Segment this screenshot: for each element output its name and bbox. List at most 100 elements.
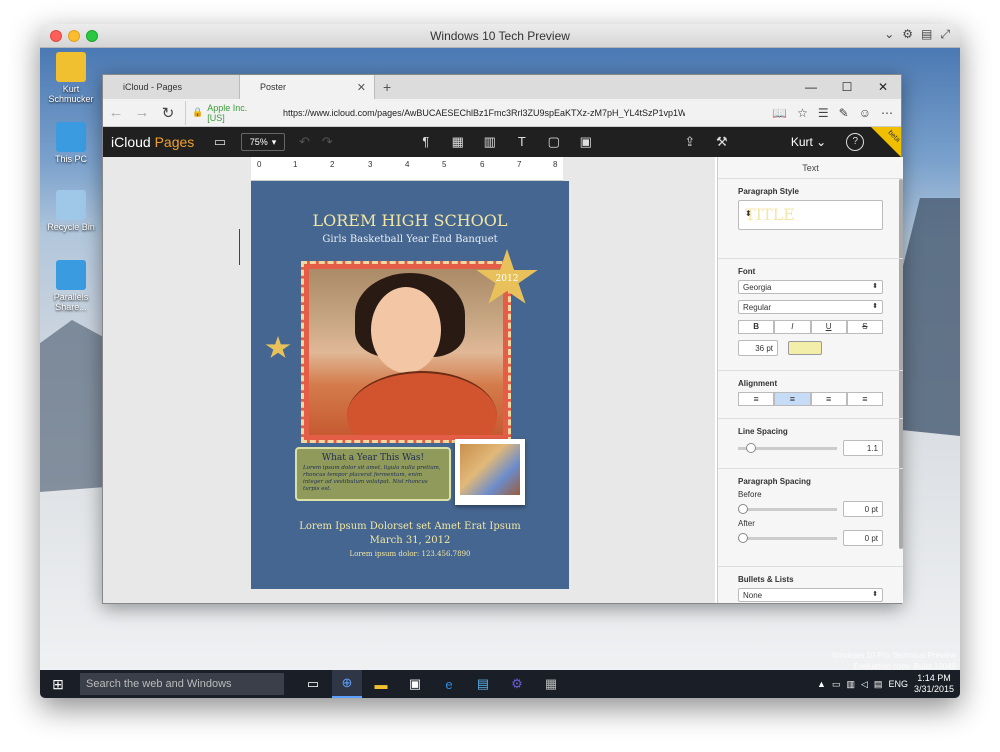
url-text[interactable]: https://www.icloud.com/pages/AwBUCAESECh… — [283, 108, 685, 118]
line-spacing-slider[interactable] — [738, 442, 837, 453]
message-icon[interactable]: ▤ — [874, 679, 883, 690]
desktop-icon-parallels[interactable]: Parallels Share... — [46, 260, 96, 312]
task-view-icon[interactable]: ▭ — [298, 670, 328, 698]
paragraph-spacing-section: Paragraph Spacing Before 0 pt After 0 pt — [718, 469, 903, 567]
feedback-smiley-icon[interactable]: ☺ — [859, 106, 871, 120]
settings-icon[interactable]: ⚙ — [502, 670, 532, 698]
new-tab-button[interactable]: + — [375, 75, 399, 99]
system-tray: ▲ ▭ ▥ ◁ ▤ ENG 1:14 PM 3/31/2015 — [817, 673, 960, 695]
fullscreen-icon[interactable]: ⤢ — [940, 27, 950, 42]
wrench-icon[interactable]: ⚒ — [709, 134, 735, 150]
underline-button[interactable]: U — [810, 320, 847, 334]
slider-knob[interactable] — [738, 532, 748, 543]
justify-icon[interactable]: ≡ — [846, 392, 883, 406]
bold-button[interactable]: B — [738, 320, 775, 334]
close-icon[interactable]: ✕ — [865, 75, 901, 99]
gear-icon[interactable]: ⚙ — [902, 27, 913, 42]
reading-view-icon[interactable]: 📖 — [772, 106, 787, 120]
browser-icon[interactable]: ⊕ — [332, 670, 362, 698]
after-slider[interactable] — [738, 532, 837, 543]
italic-button[interactable]: I — [774, 320, 811, 334]
before-stepper[interactable]: 0 pt — [843, 501, 883, 517]
footer-line[interactable]: Lorem Ipsum Dolorset set Amet Erat Ipsum — [251, 521, 569, 532]
maximize-icon[interactable]: ☐ — [829, 75, 865, 99]
close-tab-icon[interactable]: ✕ — [357, 81, 366, 94]
hub-icon[interactable]: ☰ — [818, 106, 829, 120]
favorite-star-icon[interactable]: ☆ — [797, 106, 808, 120]
zoom-select[interactable]: 75% ▾ — [241, 133, 285, 151]
thumbnail-photo[interactable] — [455, 439, 525, 505]
poster-title[interactable]: LOREM HIGH SCHOOL — [251, 211, 569, 230]
line-spacing-stepper[interactable]: 1.1 — [843, 440, 883, 456]
network-app-icon[interactable]: ▦ — [536, 670, 566, 698]
battery-icon[interactable]: ▭ — [832, 679, 841, 690]
back-icon[interactable]: ← — [103, 104, 129, 121]
chart-icon[interactable]: ▥ — [477, 134, 503, 150]
footer-contact[interactable]: Lorem ipsum dolor: 123.456.7890 — [251, 550, 569, 558]
web-note-icon[interactable]: ✎ — [839, 106, 849, 120]
bullets-select[interactable]: None ⬍ — [738, 588, 883, 602]
note-box[interactable]: What a Year This Was! Lorem ipsum dolor … — [295, 447, 451, 501]
align-center-icon[interactable]: ≡ — [774, 392, 811, 406]
file-explorer-icon[interactable]: ▬ — [366, 670, 396, 698]
font-size-stepper[interactable]: 36 pt — [738, 340, 778, 356]
forward-icon[interactable]: → — [129, 104, 155, 121]
internet-explorer-icon[interactable]: e — [434, 670, 464, 698]
view-mode-icon[interactable]: ▤ — [921, 27, 932, 42]
font-weight-select[interactable]: Regular ⬍ — [738, 300, 883, 314]
share-icon[interactable]: ⇪ — [677, 134, 703, 150]
section-title: Font — [738, 267, 756, 276]
language-indicator[interactable]: ENG — [888, 679, 908, 689]
undo-icon[interactable]: ↶ — [299, 134, 310, 150]
desktop-icon-recycle-bin[interactable]: Recycle Bin — [46, 190, 96, 232]
shape-icon[interactable]: ▢ — [541, 134, 567, 150]
tab-icloud-pages[interactable]: iCloud - Pages — [103, 75, 239, 99]
ruler-mark: 5 — [442, 160, 447, 169]
chevron-down-icon[interactable]: ⌄ — [884, 27, 894, 42]
sidebar-toggle-icon[interactable]: ▭ — [207, 134, 233, 150]
strikethrough-button[interactable]: S — [846, 320, 883, 334]
watermark-line: Windows 10 Pro Technical Preview — [831, 651, 956, 660]
align-right-icon[interactable]: ≡ — [810, 392, 847, 406]
align-left-icon[interactable]: ≡ — [738, 392, 775, 406]
remote-desktop-icon[interactable]: ▤ — [468, 670, 498, 698]
chevron-up-icon[interactable]: ▲ — [817, 679, 826, 689]
star-icon[interactable] — [265, 336, 291, 358]
volume-icon[interactable]: ◁ — [861, 679, 868, 690]
slider-knob[interactable] — [738, 503, 748, 514]
poster-subtitle[interactable]: Girls Basketball Year End Banquet — [251, 234, 569, 245]
address-bar[interactable]: 🔒 Apple Inc. [US] https://www.icloud.com… — [185, 100, 685, 125]
ruler-mark: 0 — [257, 160, 262, 169]
more-icon[interactable]: ⋯ — [881, 106, 893, 120]
font-family-select[interactable]: Georgia ⬍ — [738, 280, 883, 294]
before-slider[interactable] — [738, 503, 837, 514]
minimize-icon[interactable]: — — [793, 75, 829, 99]
user-menu[interactable]: Kurt ⌄ — [791, 135, 826, 149]
paragraph-icon[interactable]: ¶ — [413, 134, 439, 150]
text-color-swatch[interactable] — [788, 341, 822, 355]
main-photo-frame[interactable] — [301, 261, 511, 443]
font-weight-value: Regular — [743, 303, 772, 312]
redo-icon[interactable]: ↷ — [322, 134, 333, 150]
help-icon[interactable]: ? — [846, 133, 865, 151]
desktop-icon-this-pc[interactable]: This PC — [46, 122, 96, 164]
after-stepper[interactable]: 0 pt — [843, 530, 883, 546]
slider-knob[interactable] — [746, 442, 756, 453]
tab-poster[interactable]: Poster ✕ — [239, 75, 375, 99]
desktop-icon-user[interactable]: Kurt Schmucker — [46, 52, 96, 104]
document-canvas[interactable]: 0 1 2 3 4 5 6 7 8 LOREM HIGH SCHOOL Girl… — [103, 157, 715, 603]
poster-page[interactable]: LOREM HIGH SCHOOL Girls Basketball Year … — [251, 181, 569, 589]
ruler[interactable]: 0 1 2 3 4 5 6 7 8 — [251, 157, 563, 181]
taskbar-search[interactable]: Search the web and Windows — [80, 673, 284, 695]
store-icon[interactable]: ▣ — [400, 670, 430, 698]
windows-start-icon[interactable]: ⊞ — [40, 670, 76, 698]
refresh-icon[interactable]: ↻ — [155, 104, 181, 122]
table-icon[interactable]: ▦ — [445, 134, 471, 150]
image-icon[interactable]: ▣ — [573, 134, 599, 150]
network-icon[interactable]: ▥ — [846, 679, 855, 690]
clock[interactable]: 1:14 PM 3/31/2015 — [914, 673, 954, 695]
footer-date[interactable]: March 31, 2012 — [251, 535, 569, 546]
text-icon[interactable]: T — [509, 134, 535, 150]
paragraph-style-select[interactable]: TITLE ⬍ — [738, 200, 883, 230]
line-spacing-section: Line Spacing 1.1 — [718, 419, 903, 469]
